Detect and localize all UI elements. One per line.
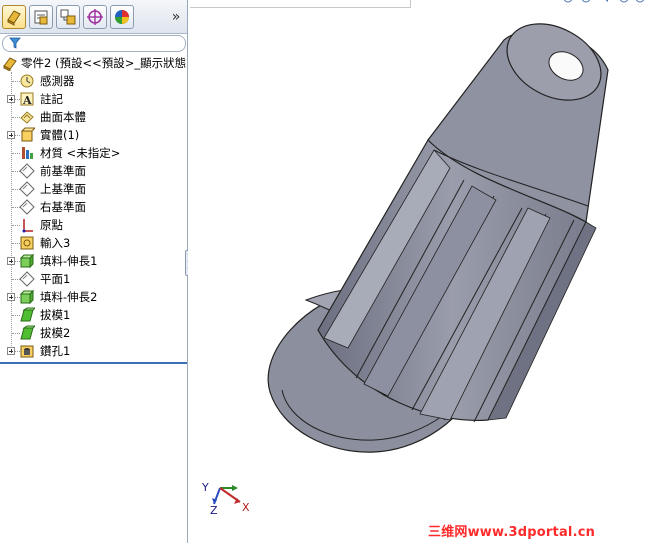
tree-filter-input[interactable] [2, 35, 186, 52]
annotation-icon: A [20, 92, 34, 107]
draft-icon [20, 307, 35, 322]
feature-manager-icon [7, 10, 21, 26]
feature-tree: 零件2 (預設<<預設>_顯示狀態 感測器 A 註記曲面本體實體(1) 材質 <未指定… [0, 54, 187, 364]
surface-body-icon [20, 111, 34, 124]
hole-icon [20, 345, 34, 358]
triad-y-label: Y [201, 481, 209, 494]
watermark-text: 三维网www.3dportal.cn [428, 525, 596, 540]
configuration-manager-icon [60, 9, 76, 25]
tree-root-label: 零件2 (預設<<預設>_顯示狀態 [21, 56, 187, 70]
tab-display-manager[interactable] [110, 5, 134, 29]
graphics-viewport[interactable]: Y X Z [188, 0, 648, 543]
tab-feature-manager[interactable] [2, 5, 26, 29]
expand-toggle-icon[interactable] [7, 131, 15, 139]
material-icon [22, 147, 33, 159]
solidworks-window: » 零件2 (預設<<預設>_顯示狀態 感測器 A 註記曲面本體實體(1) 材質 <未… [0, 0, 648, 543]
tab-configuration-manager[interactable] [56, 5, 80, 29]
axis-triad [212, 485, 241, 505]
tree-item-label: 感測器 [40, 74, 75, 88]
tree-item-label: 填料-伸長1 [40, 254, 98, 268]
display-manager-icon [115, 10, 129, 24]
triad-x-label: X [242, 501, 250, 514]
expand-toggle-icon[interactable] [7, 257, 15, 265]
tree-item-label: 前基準面 [40, 164, 86, 178]
plane-icon [19, 271, 35, 287]
tree-item-label: 原點 [40, 218, 63, 232]
filter-icon [9, 37, 21, 49]
tab-dimxpert-manager[interactable] [83, 5, 107, 29]
plane-icon [19, 181, 35, 197]
extrude-icon [19, 289, 35, 305]
tree-item-label: 右基準面 [40, 200, 86, 214]
tree-item-label: 曲面本體 [40, 110, 86, 124]
panel-divider [0, 362, 187, 364]
view-toolbar-icons[interactable] [563, 0, 645, 3]
import-icon [20, 236, 34, 250]
origin-icon [22, 219, 33, 233]
tree-item-label: 鑽孔1 [40, 344, 71, 358]
dimxpert-icon [87, 9, 103, 25]
tree-item-label: 拔模1 [40, 308, 71, 322]
tab-property-manager[interactable] [29, 5, 53, 29]
plane-icon [19, 199, 35, 215]
tree-connector [11, 72, 12, 354]
svg-text:A: A [22, 94, 32, 107]
tree-item-label: 實體(1) [40, 128, 80, 142]
sensor-icon [20, 74, 34, 88]
solid-body-icon [20, 127, 35, 142]
tree-item-label: 輸入3 [40, 236, 71, 250]
expand-toggle-icon[interactable] [7, 347, 15, 355]
manager-tab-bar: » [0, 0, 187, 34]
part-3d-model: Y X Z [201, 0, 645, 517]
part-icon [3, 57, 17, 71]
draft-icon [20, 325, 35, 340]
tree-item-label: 平面1 [40, 272, 71, 286]
feature-manager-panel: » 零件2 (預設<<預設>_顯示狀態 感測器 A 註記曲面本體實體(1) 材質 <未… [0, 0, 188, 543]
plane-icon [19, 163, 35, 179]
tree-item-label: 註記 [40, 92, 63, 106]
tab-more-chevron-icon[interactable]: » [168, 9, 184, 25]
expand-toggle-icon[interactable] [7, 95, 15, 103]
expand-toggle-icon[interactable] [7, 293, 15, 301]
viewport-frame-line [190, 0, 411, 8]
extrude-icon [19, 253, 35, 269]
property-manager-icon [34, 10, 48, 25]
tree-item-label: 上基準面 [40, 182, 86, 196]
tree-item-label: 填料-伸長2 [40, 290, 98, 304]
triad-z-label: Z [210, 504, 218, 517]
tree-item-label: 材質 <未指定> [40, 146, 121, 160]
tree-item-label: 拔模2 [40, 326, 71, 340]
